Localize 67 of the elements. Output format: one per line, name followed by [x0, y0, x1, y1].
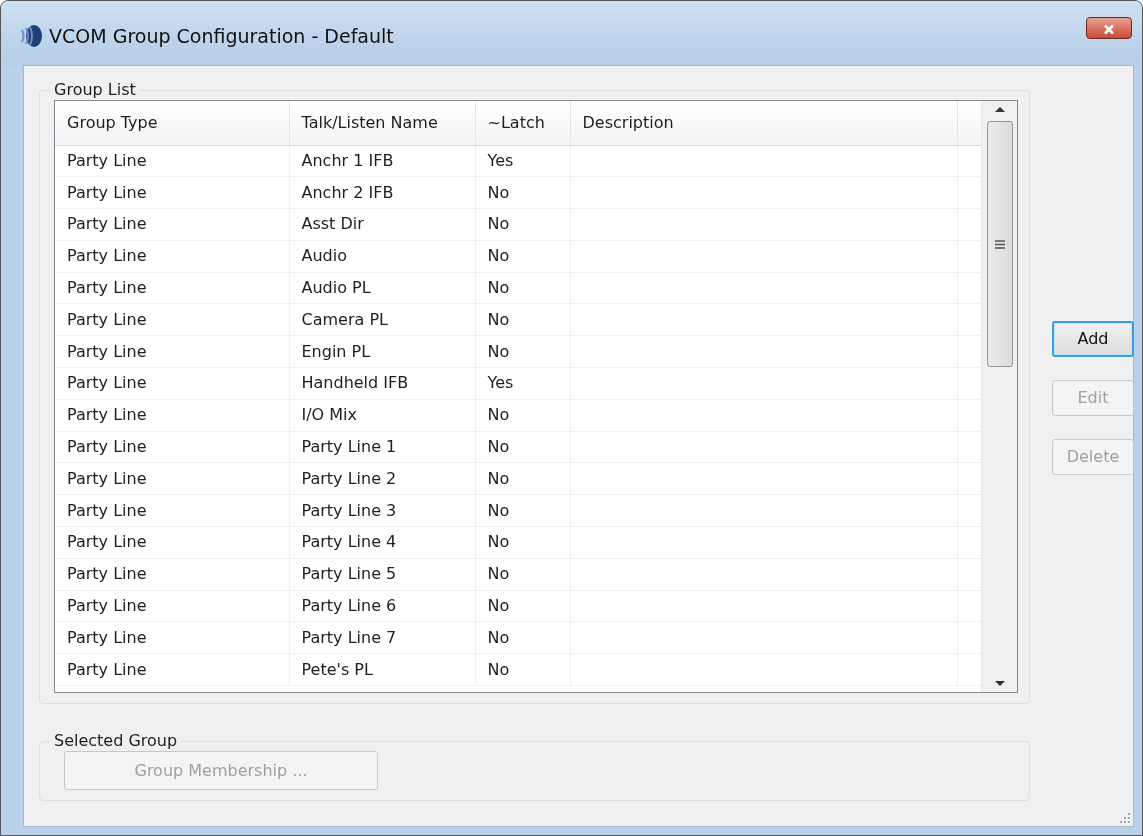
- table-cell: Camera PL: [301, 309, 388, 329]
- table-cell: No: [487, 596, 510, 616]
- table-cell: Party Line: [67, 405, 147, 425]
- grip-icon: [994, 239, 1005, 249]
- table-cell: Party Line: [67, 246, 147, 266]
- table-cell: Party Line 7: [301, 627, 397, 647]
- table-cell: No: [487, 182, 510, 202]
- group-box-label: Selected Group: [53, 731, 179, 751]
- table-cell: Party Line 3: [301, 500, 397, 520]
- table-cell: Party Line 2: [301, 468, 397, 488]
- table-cell: Party Line 4: [301, 532, 397, 552]
- table-cell: Party Line: [67, 437, 147, 457]
- table-cell: Pete's PL: [301, 659, 373, 679]
- table-cell: Party Line 1: [301, 437, 397, 457]
- table-cell: Audio PL: [301, 278, 371, 298]
- table-cell: Party Line: [67, 214, 147, 234]
- table-cell: Party Line: [67, 500, 147, 520]
- table-cell: No: [487, 278, 510, 298]
- table-cell: No: [487, 309, 510, 329]
- table-cell: Party Line: [67, 373, 147, 393]
- table-cell: No: [487, 246, 510, 266]
- table-cell: I/O Mix: [301, 405, 357, 425]
- table-cell: No: [487, 468, 510, 488]
- table-cell: Party Line 6: [301, 596, 397, 616]
- table-cell: Party Line: [67, 309, 147, 329]
- table-cell: Party Line: [67, 596, 147, 616]
- column-header[interactable]: Description: [570, 101, 957, 145]
- column-header[interactable]: Talk/Listen Name: [289, 101, 475, 145]
- table-cell: Party Line: [67, 532, 147, 552]
- column-header[interactable]: Group Type: [55, 101, 289, 145]
- table-cell: Party Line: [67, 341, 147, 361]
- group-box-label: Group List: [53, 80, 137, 100]
- table-cell: No: [487, 437, 510, 457]
- table-cell: Anchr 1 IFB: [301, 150, 394, 170]
- window-title: VCOM Group Configuration - Default: [49, 23, 394, 49]
- table-cell: Audio: [301, 246, 347, 266]
- table-cell: No: [487, 659, 510, 679]
- table-cell: Yes: [487, 373, 514, 393]
- table-cell: No: [487, 405, 510, 425]
- table-cell: Asst Dir: [301, 214, 364, 234]
- close-icon: [1103, 23, 1115, 35]
- table-cell: Party Line: [67, 150, 147, 170]
- scroll-up-icon[interactable]: [993, 105, 1006, 113]
- table-cell: Handheld IFB: [301, 373, 409, 393]
- table-cell: No: [487, 341, 510, 361]
- table-cell: No: [487, 532, 510, 552]
- table-cell: Anchr 2 IFB: [301, 182, 394, 202]
- table-cell: No: [487, 627, 510, 647]
- table-cell: Engin PL: [301, 341, 371, 361]
- table-cell: Party Line 5: [301, 564, 397, 584]
- action-button[interactable]: Add: [1052, 321, 1134, 357]
- table-cell: No: [487, 564, 510, 584]
- table-cell: Party Line: [67, 182, 147, 202]
- table-cell: Party Line: [67, 659, 147, 679]
- table-cell: Yes: [487, 150, 514, 170]
- table-cell: No: [487, 214, 510, 234]
- resize-grip-icon[interactable]: [1119, 812, 1131, 824]
- column-header[interactable]: ~Latch: [475, 101, 570, 145]
- scroll-down-icon[interactable]: [993, 680, 1006, 688]
- table-cell: Party Line: [67, 627, 147, 647]
- scrollbar[interactable]: [981, 101, 1017, 692]
- close-button[interactable]: [1086, 17, 1132, 39]
- table-cell: Party Line: [67, 564, 147, 584]
- scroll-thumb[interactable]: [986, 121, 1013, 367]
- table-cell: No: [487, 500, 510, 520]
- table-cell: Party Line: [67, 278, 147, 298]
- table-cell: Party Line: [67, 468, 147, 488]
